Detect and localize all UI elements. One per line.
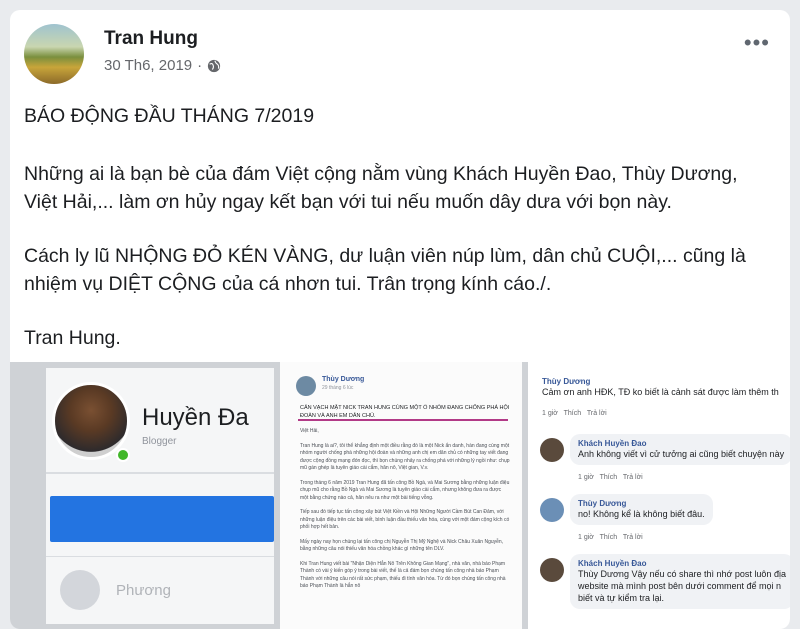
comment-text: Thùy Dương Vậy nếu có share thì nhớ post…: [578, 569, 786, 579]
comment-time: 1 giờ: [542, 410, 558, 417]
reply-link[interactable]: Trả lời: [587, 410, 607, 417]
article-paragraph: Khi Tran Hung viết bài "Nhận Diện Hẳn Nô…: [300, 560, 506, 590]
post-date-small: 29 tháng 6 lúc: [322, 385, 354, 391]
post-headline: CẢN VẠCH MẶT NICK TRAN HUNG CÙNG MỘT Ổ N…: [300, 405, 510, 419]
comment-author: Thùy Dương: [542, 377, 591, 386]
reply-link[interactable]: Trả lời: [623, 474, 643, 481]
post-screenshot: Thùy Dương 29 tháng 6 lúc CẢN VẠCH MẶT N…: [280, 362, 522, 629]
comment-bubble: Khách Huyền Đao Thùy Dương Vậy nếu có sh…: [570, 554, 790, 609]
like-link[interactable]: Thích: [600, 534, 618, 541]
post-paragraph-2: Cách ly lũ NHỘNG ĐỎ KÉN VÀNG, dư luận vi…: [24, 245, 746, 295]
reply-link[interactable]: Trả lời: [623, 534, 643, 541]
comment-bubble: Khách Huyền Đao Anh không viết vì cử tưở…: [570, 434, 790, 465]
post-card: Tran Hung 30 Th6, 2019 · ••• BÁO ĐỘNG ĐẦ…: [10, 10, 790, 629]
like-link[interactable]: Thích: [564, 410, 582, 417]
post-author-avatar: [296, 376, 316, 396]
commenter-avatar: [540, 558, 564, 582]
divider: [46, 556, 274, 557]
author-avatar[interactable]: [24, 24, 84, 84]
comment-bubble: Thùy Dương no! Không kể là không biết đâ…: [570, 494, 713, 525]
profile-screenshot: Huyền Đa Blogger Phương: [46, 368, 274, 624]
post-image-collage[interactable]: Huyền Đa Blogger Phương Thùy Dương 29 th…: [10, 362, 790, 629]
article-paragraph: Mấy ngày nay họn chúng lại tấn công chị …: [300, 538, 504, 553]
profile-subtitle: Blogger: [142, 436, 177, 447]
comment-text: Cảm ơn anh HĐK, TĐ ko biết là cảnh sát đ…: [542, 387, 779, 397]
comment-text: website mà mình post bên dưới comment để…: [578, 581, 782, 591]
comment-actions: 1 giờ Thích Trả lời: [578, 474, 643, 481]
comment-actions: 1 giờ Thích Trả lời: [578, 534, 643, 541]
post-date[interactable]: 30 Th6, 2019: [104, 57, 192, 74]
commenter-avatar: [540, 438, 564, 462]
headline-underline: [298, 419, 508, 421]
post-author-name: Thùy Dương: [322, 376, 365, 383]
like-link[interactable]: Thích: [600, 474, 618, 481]
online-status-icon: [116, 448, 130, 462]
more-icon[interactable]: •••: [744, 32, 770, 54]
comment-bubble: Thùy Dương Cảm ơn anh HĐK, TĐ ko biết là…: [534, 372, 787, 403]
globe-icon[interactable]: [207, 59, 221, 73]
comment-author: Khách Huyền Đao: [578, 559, 647, 568]
comment-author: Khách Huyền Đao: [578, 439, 647, 448]
commenter-avatar: [540, 498, 564, 522]
post-article: Việt Hải, Tran Hung là ai?, tôi thể khẳn…: [300, 428, 510, 598]
article-paragraph: Tran Hung là ai?, tôi thể khẳng định một…: [300, 442, 510, 472]
divider: [46, 472, 274, 474]
comment-time: 1 giờ: [578, 474, 594, 481]
comments-screenshot: Thùy Dương Cảm ơn anh HĐK, TĐ ko biết là…: [528, 362, 790, 629]
article-greeting: Việt Hải,: [300, 428, 319, 434]
comment-text: Anh không viết vì cử tưởng ai cũng biết …: [578, 449, 785, 459]
post-meta: 30 Th6, 2019 ·: [104, 57, 221, 74]
comment-text: biết và tự kiểm tra lại.: [578, 593, 665, 603]
article-paragraph: Tiếp sau đó tiếp tục tấn công xây bút Vi…: [300, 509, 510, 530]
meta-separator: ·: [197, 57, 203, 74]
profile-blue-bar: [50, 496, 274, 542]
friend-avatar: [60, 570, 100, 610]
post-paragraph-1: Những ai là bạn bè của đám Việt cộng nằm…: [24, 163, 738, 213]
comment-author: Thùy Dương: [578, 499, 627, 508]
profile-name: Huyền Đa: [142, 404, 249, 431]
post-header: Tran Hung 30 Th6, 2019 · •••: [24, 24, 776, 84]
article-paragraph: Trong tháng 6 năm 2019 Tran Hung đã tấn …: [300, 479, 510, 501]
comment-time: 1 giờ: [578, 534, 594, 541]
comment-text: no! Không kể là không biết đâu.: [578, 509, 705, 519]
comment-actions: 1 giờ Thích Trả lời: [542, 410, 607, 417]
author-name[interactable]: Tran Hung: [104, 28, 198, 50]
post-signature: Tran Hung.: [24, 327, 121, 349]
post-title: BÁO ĐỘNG ĐẦU THÁNG 7/2019: [24, 105, 315, 127]
friend-name: Phương: [116, 582, 171, 599]
